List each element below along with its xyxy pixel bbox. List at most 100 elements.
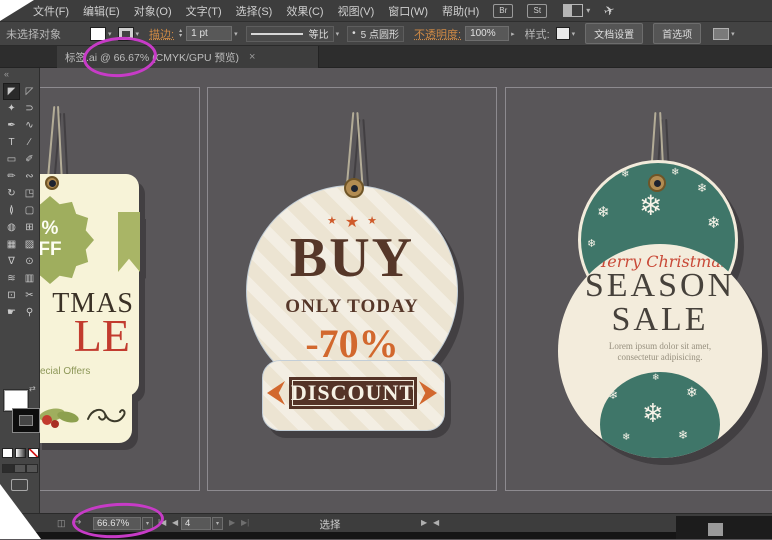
- lasso-tool[interactable]: ⊃: [21, 100, 38, 117]
- tag-string: [345, 112, 355, 188]
- shaper-tool[interactable]: ∾: [21, 168, 38, 185]
- style-swatch[interactable]: [555, 27, 570, 40]
- season-headline: SEASON: [584, 267, 736, 304]
- blend-tool[interactable]: ⊙: [21, 253, 38, 270]
- tool-grid: ◤ ◸ ✦ ⊃ ✒ ∿ T ∕ ▭ ✐ ✏ ∾ ↻ ◳ ≬ ▢ ◍ ⊞ ▦ ▨ …: [3, 83, 39, 321]
- none-button[interactable]: [28, 448, 39, 458]
- status-scroll-right-icon[interactable]: ▶: [421, 518, 427, 527]
- magic-wand-tool[interactable]: ✦: [3, 100, 20, 117]
- artboard-number-field[interactable]: 4: [181, 517, 211, 530]
- left-christmas-tag[interactable]: % FF TMAS LE ecial Offers: [6, 100, 156, 452]
- stroke-panel-link[interactable]: 描边:: [149, 26, 174, 42]
- slice-tool[interactable]: ✂: [21, 287, 38, 304]
- left-tag-sale-fragment: LE: [73, 310, 130, 361]
- swap-fill-stroke-icon[interactable]: ⇄: [29, 384, 36, 393]
- stroke-width-dropdown-icon[interactable]: ▾: [234, 30, 238, 38]
- fill-dropdown-icon[interactable]: ▾: [108, 30, 112, 38]
- gradient-tool[interactable]: ▨: [21, 236, 38, 253]
- menu-help[interactable]: 帮助(H): [442, 3, 479, 19]
- workspace-caret-icon[interactable]: ▾: [586, 6, 590, 15]
- stock-button[interactable]: St: [527, 3, 548, 18]
- stroke-width-field[interactable]: 1 pt: [186, 26, 233, 41]
- arrange-dropdown-icon[interactable]: ▾: [731, 30, 735, 38]
- column-graph-tool[interactable]: ▥: [21, 270, 38, 287]
- previous-artboard-button[interactable]: ◀: [172, 518, 178, 527]
- last-artboard-button[interactable]: ▶|: [241, 518, 249, 527]
- shape-builder-tool[interactable]: ◍: [3, 219, 20, 236]
- screen-mode-button[interactable]: [11, 479, 28, 491]
- width-tool[interactable]: ≬: [3, 202, 20, 219]
- tools-panel: « ◤ ◸ ✦ ⊃ ✒ ∿ T ∕ ▭ ✐ ✏ ∾ ↻ ◳ ≬ ▢ ◍ ⊞ ▦ …: [0, 68, 40, 515]
- status-scroll-left-icon[interactable]: ◀: [433, 518, 439, 527]
- selection-status-label: 未选择对象: [6, 28, 61, 41]
- direct-selection-tool[interactable]: ◸: [21, 83, 38, 100]
- preferences-button[interactable]: 首选项: [653, 23, 702, 44]
- center-discount-tag[interactable]: ★ ★ ★ BUY ONLY TODAY -70% DISCOUNT: [240, 108, 462, 440]
- workspace-switcher-icon[interactable]: [563, 4, 584, 17]
- hand-tool[interactable]: ☛: [3, 304, 20, 321]
- right-tag-body: Merry Christmas SEASON SALE Lorem ipsum …: [558, 244, 762, 458]
- next-artboard-button[interactable]: ▶: [229, 518, 235, 527]
- gradient-button[interactable]: [15, 448, 26, 458]
- tag-eyelet: [648, 174, 666, 192]
- curvature-tool[interactable]: ∿: [21, 117, 38, 134]
- rectangle-tool[interactable]: ▭: [3, 151, 20, 168]
- menu-object[interactable]: 对象(O): [134, 3, 172, 19]
- buy-headline: BUY: [289, 227, 415, 289]
- sale-headline: SALE: [611, 301, 709, 338]
- fill-indicator[interactable]: [4, 390, 28, 411]
- rotate-tool[interactable]: ↻: [3, 185, 20, 202]
- discount-banner: DISCOUNT: [289, 377, 417, 409]
- mesh-tool[interactable]: ▦: [3, 236, 20, 253]
- width-profile-dropdown[interactable]: 等比: [245, 25, 334, 42]
- opacity-field[interactable]: 100%: [465, 26, 510, 41]
- menu-window[interactable]: 窗口(W): [388, 3, 428, 19]
- pen-tool[interactable]: ✒: [3, 117, 20, 134]
- opacity-panel-link[interactable]: 不透明度:: [414, 26, 461, 42]
- bridge-button[interactable]: Br: [493, 3, 514, 18]
- perspective-grid-tool[interactable]: ⊞: [21, 219, 38, 236]
- menu-view[interactable]: 视图(V): [338, 3, 375, 19]
- brush-dropdown[interactable]: • 5 点圆形: [347, 25, 404, 42]
- fill-color-swatch[interactable]: [90, 26, 106, 41]
- scale-tool[interactable]: ◳: [21, 185, 38, 202]
- arrange-panel-icon[interactable]: [713, 27, 730, 40]
- pencil-tool[interactable]: ✏: [3, 168, 20, 185]
- draw-normal-button[interactable]: [2, 464, 14, 473]
- document-setup-button[interactable]: 文档设置: [585, 23, 644, 44]
- menu-type[interactable]: 文字(T): [186, 3, 222, 19]
- color-button[interactable]: [2, 448, 13, 458]
- style-dropdown-icon[interactable]: ▾: [572, 30, 576, 38]
- only-today-subhead: ONLY TODAY: [285, 296, 419, 317]
- draw-inside-button[interactable]: [26, 464, 38, 473]
- menu-edit[interactable]: 编辑(E): [83, 3, 120, 19]
- stroke-dropdown-icon[interactable]: ▾: [136, 30, 140, 38]
- paint-style-buttons: [2, 448, 39, 458]
- zoom-tool[interactable]: ⚲: [21, 304, 38, 321]
- opacity-expand-icon[interactable]: ▸: [511, 30, 515, 38]
- stroke-indicator[interactable]: [13, 409, 39, 432]
- menu-effect[interactable]: 效果(C): [286, 3, 323, 19]
- line-segment-tool[interactable]: ∕: [21, 134, 38, 151]
- artboard-tool[interactable]: ⊡: [3, 287, 20, 304]
- style-label: 样式:: [524, 28, 550, 41]
- selection-tool[interactable]: ◤: [3, 83, 20, 100]
- eyedropper-tool[interactable]: ∇: [3, 253, 20, 270]
- stroke-width-stepper[interactable]: ▴ ▾: [179, 28, 182, 39]
- right-season-sale-tag[interactable]: ❄ ❄ ❄ ❄ ❄ ❄ ❄ Merry Christmas SEASON SAL…: [552, 108, 764, 460]
- discount-percent: -70%: [305, 321, 399, 366]
- artboard-dropdown-icon[interactable]: ▾: [212, 517, 223, 530]
- menu-select[interactable]: 选择(S): [236, 3, 273, 19]
- menu-file[interactable]: 文件(F): [33, 3, 69, 19]
- scrollbar-thumb[interactable]: [708, 523, 723, 536]
- paintbrush-tool[interactable]: ✐: [21, 151, 38, 168]
- symbol-sprayer-tool[interactable]: ≋: [3, 270, 20, 287]
- type-tool[interactable]: T: [3, 134, 20, 151]
- profile-dropdown-icon[interactable]: ▾: [336, 30, 340, 38]
- draw-behind-button[interactable]: [14, 464, 26, 473]
- tab-close-icon[interactable]: ×: [249, 51, 255, 63]
- collapse-panel-icon[interactable]: «: [0, 68, 39, 79]
- artboard-nav-icon[interactable]: ◫: [57, 518, 66, 529]
- free-transform-tool[interactable]: ▢: [21, 202, 38, 219]
- share-icon[interactable]: ✈: [602, 1, 617, 20]
